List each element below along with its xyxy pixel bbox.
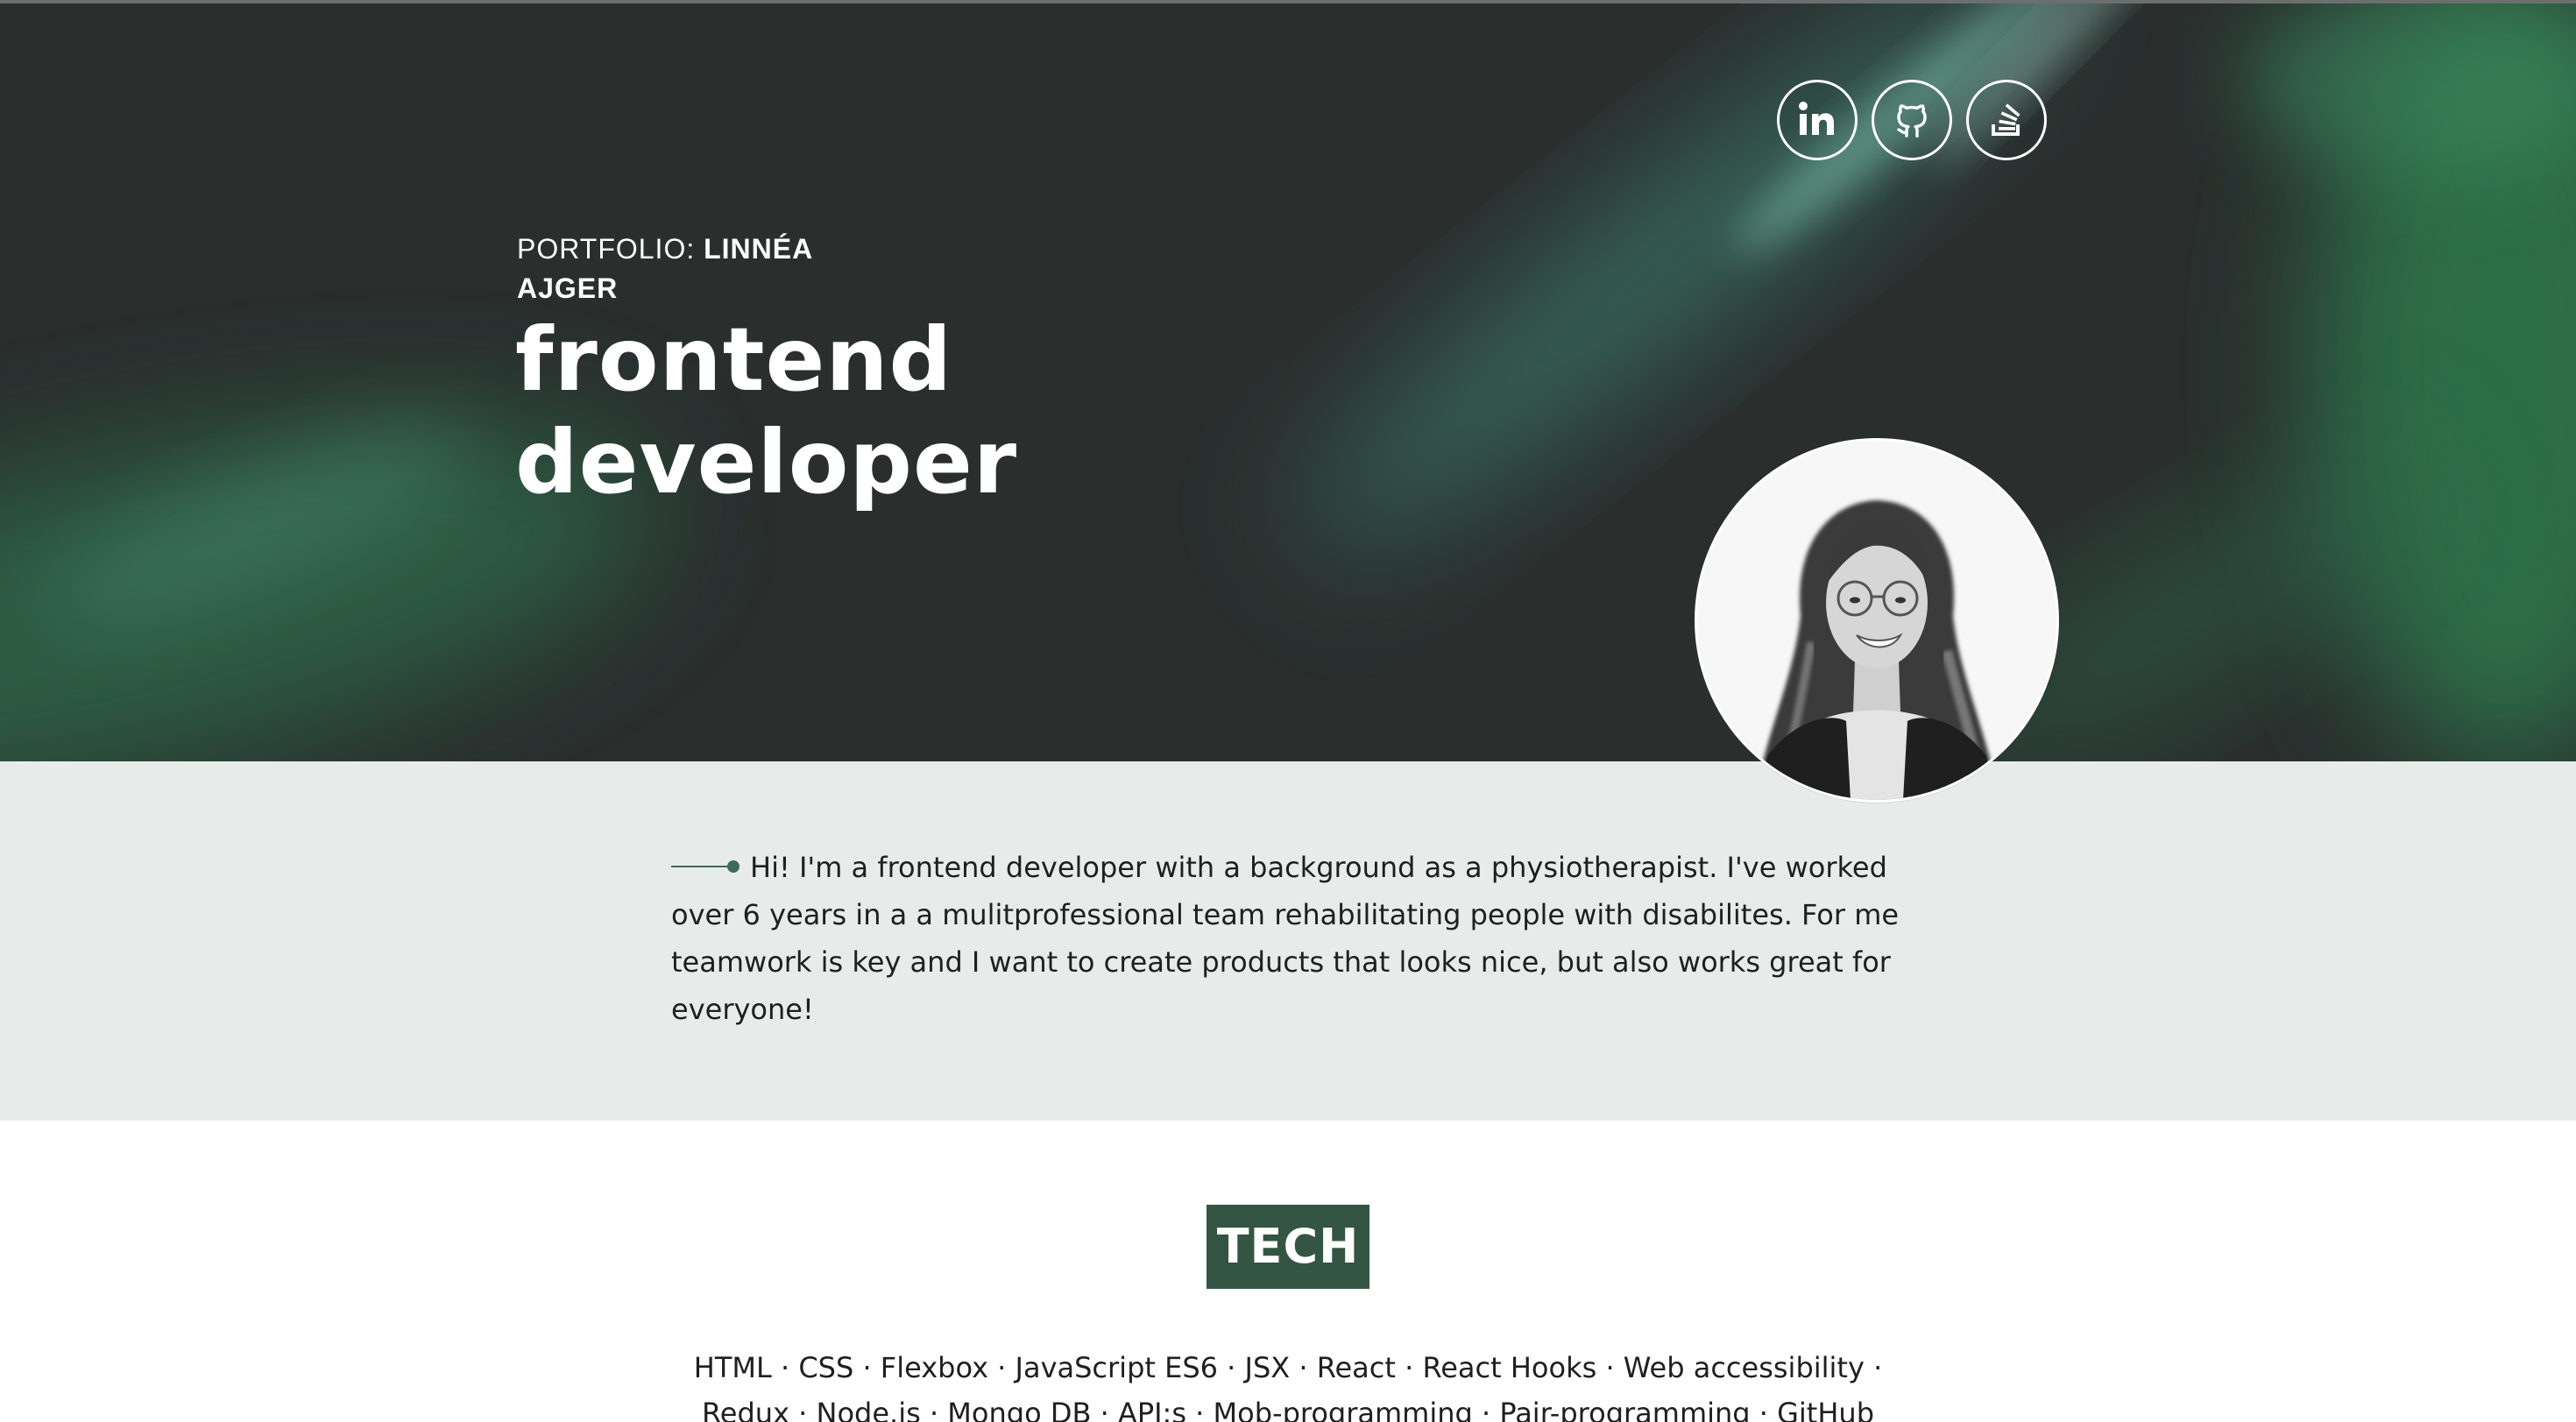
tech-item: Mob-programming (1213, 1397, 1473, 1422)
title-line-2: developer (515, 411, 1018, 513)
tech-item: CSS (798, 1351, 854, 1384)
tech-separator: · (920, 1397, 948, 1422)
tech-list: HTML · CSS · Flexbox · JavaScript ES6 · … (675, 1345, 1901, 1422)
tech-separator: · (1750, 1397, 1778, 1422)
github-icon (1897, 104, 1927, 138)
portfolio-prefix: PORTFOLIO: (517, 233, 704, 265)
tech-separator: · (1864, 1351, 1883, 1384)
tech-separator: · (1091, 1397, 1118, 1422)
tech-item: React (1316, 1351, 1396, 1384)
tech-separator: · (988, 1351, 1016, 1384)
tech-item: Mongo DB (947, 1397, 1092, 1422)
intro-section: Hi! I'm a frontend developer with a back… (0, 761, 2576, 1121)
tech-item: Redux (701, 1397, 789, 1422)
line-dot-decoration (671, 859, 741, 874)
hero-background (0, 0, 2576, 761)
tech-separator: · (771, 1351, 799, 1384)
title-line-1: frontend (515, 308, 953, 411)
tech-separator: · (1217, 1351, 1245, 1384)
tech-separator: · (789, 1397, 817, 1422)
tech-separator: · (1186, 1397, 1214, 1422)
top-border (0, 0, 2576, 4)
tech-separator: · (1472, 1397, 1500, 1422)
intro-text: Hi! I'm a frontend developer with a back… (671, 851, 1900, 1026)
tech-item: HTML (693, 1351, 772, 1384)
tech-item: Node.js (816, 1397, 921, 1422)
portfolio-label: PORTFOLIO: LINNÉA AJGER (517, 230, 815, 308)
tech-separator: · (1395, 1351, 1423, 1384)
tech-separator: · (853, 1351, 881, 1384)
profile-photo (1695, 438, 2059, 803)
intro-paragraph: Hi! I'm a frontend developer with a back… (671, 844, 1915, 1033)
tech-item: React Hooks (1422, 1351, 1597, 1384)
stackoverflow-icon (1992, 103, 2020, 136)
tech-item: API:s (1117, 1397, 1186, 1422)
profile-photo-image (1697, 441, 2056, 800)
tech-heading: TECH (1207, 1205, 1369, 1289)
social-links (1777, 80, 2047, 160)
tech-item: Flexbox (880, 1351, 988, 1384)
stackoverflow-link[interactable] (1966, 80, 2047, 160)
linkedin-icon (1799, 102, 1834, 135)
tech-item: GitHub (1777, 1397, 1874, 1422)
tech-item: JavaScript ES6 (1015, 1351, 1218, 1384)
tech-item: Pair-programming (1499, 1397, 1751, 1422)
tech-separator: · (1290, 1351, 1317, 1384)
github-link[interactable] (1872, 80, 1952, 160)
tech-item: Web accessibility (1623, 1351, 1865, 1384)
hero-section: PORTFOLIO: LINNÉA AJGER frontend develop… (0, 0, 2576, 761)
page-title: frontend developer (515, 308, 1017, 513)
tech-separator: · (1596, 1351, 1624, 1384)
linkedin-link[interactable] (1777, 80, 1858, 160)
tech-item: JSX (1244, 1351, 1291, 1384)
tech-section: TECH HTML · CSS · Flexbox · JavaScript E… (0, 1121, 2576, 1422)
